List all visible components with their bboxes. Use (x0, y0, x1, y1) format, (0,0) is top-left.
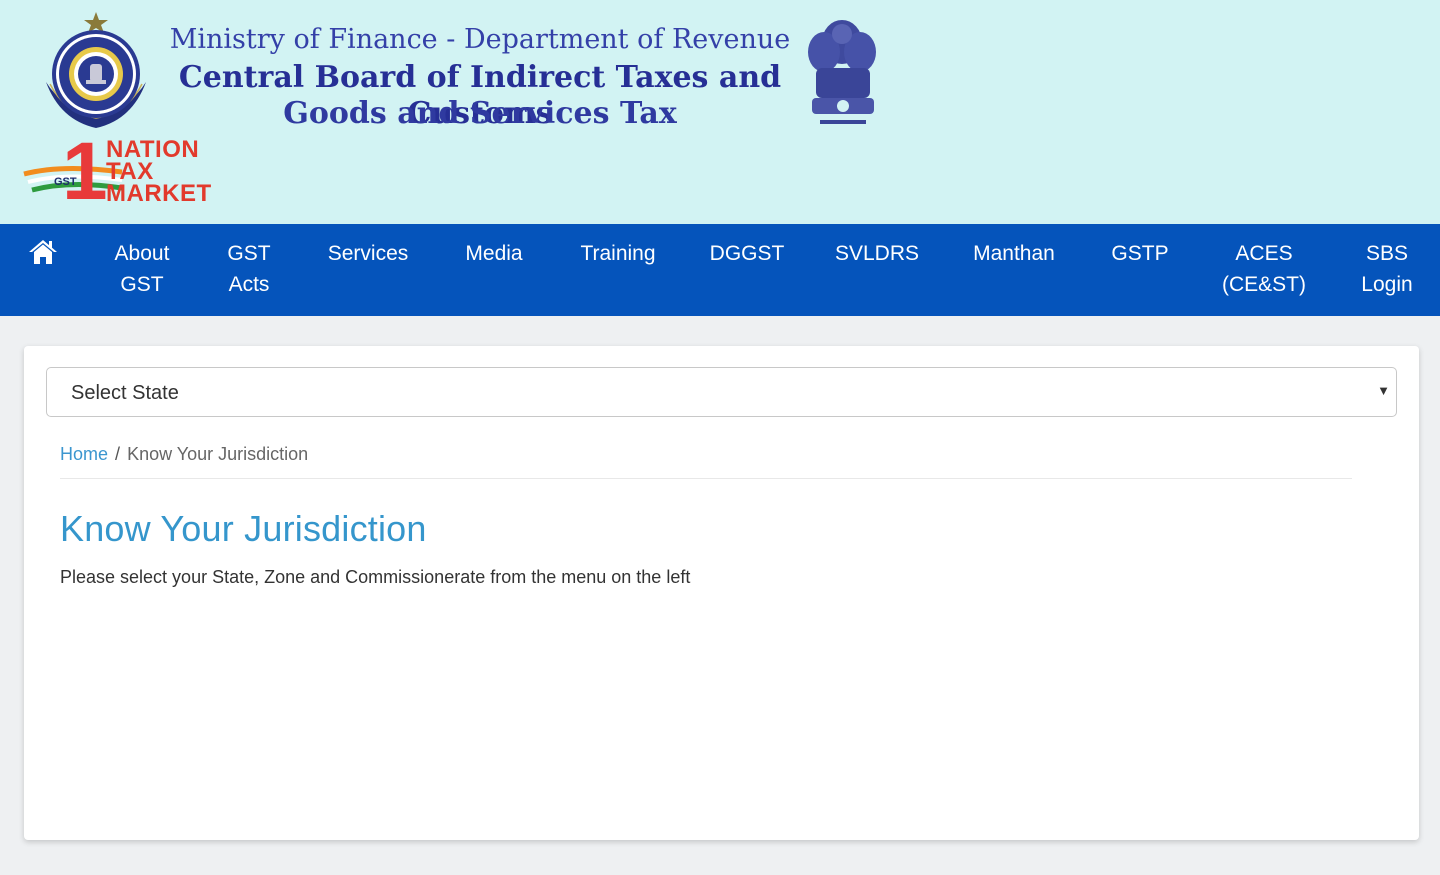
nav-item-label: GST (120, 273, 164, 296)
nav-item-label: SVLDRS (834, 242, 920, 265)
nav-item-sbs-login[interactable]: SBS Login (1352, 238, 1422, 300)
site-header: Ministry of Finance - Department of Reve… (0, 0, 1440, 224)
nav-item-media[interactable]: Media (458, 238, 530, 269)
gst-title: Goods and Services Tax (283, 96, 677, 131)
nav-item-training[interactable]: Training (574, 238, 662, 269)
main-nav: About GST GST Acts Services Media Traini… (0, 224, 1440, 316)
chevron-down-icon: ▼ (1377, 383, 1390, 398)
national-emblem-icon (808, 20, 876, 124)
breadcrumb-current: Know Your Jurisdiction (127, 444, 309, 464)
logo-numeral-one: 1 (62, 126, 108, 217)
nav-item-label: Services (327, 242, 409, 265)
nav-item-label: Training (580, 242, 656, 265)
nav-item-label: DGGST (709, 242, 785, 265)
nav-item-label: ACES (1235, 242, 1293, 265)
state-select[interactable]: Select State ▼ (46, 367, 1397, 417)
nav-item-gst-acts[interactable]: GST Acts (220, 238, 278, 300)
nav-item-label: Manthan (973, 242, 1055, 265)
logo-word-market: MARKET (106, 180, 212, 207)
content-card: Select State ▼ Home / Know Your Jurisdic… (24, 346, 1419, 840)
nav-item-gstp[interactable]: GSTP (1106, 238, 1174, 269)
nav-item-label: GSTP (1111, 242, 1169, 265)
nav-item-label: GST (227, 242, 271, 265)
divider (60, 478, 1352, 479)
cbic-seal-logo (46, 12, 146, 128)
nav-item-about-gst[interactable]: About GST (106, 238, 178, 300)
nav-item-label: Media (465, 242, 523, 265)
page-title: Know Your Jurisdiction (60, 508, 427, 549)
ministry-title: Ministry of Finance - Department of Reve… (169, 24, 791, 55)
breadcrumb-separator: / (115, 444, 121, 464)
nav-item-dggst[interactable]: DGGST (706, 238, 788, 269)
nav-item-manthan[interactable]: Manthan (966, 238, 1062, 269)
nav-item-label: SBS (1365, 242, 1409, 265)
nav-item-label: Login (1361, 273, 1413, 296)
one-nation-tax-market-logo: 1 GST NATION TAX MARKET (22, 126, 232, 217)
breadcrumb-home-link[interactable]: Home (60, 444, 108, 464)
nav-item-services[interactable]: Services (322, 238, 414, 269)
nav-item-svldrs[interactable]: SVLDRS (832, 238, 922, 269)
nav-item-label: About (114, 242, 170, 265)
nav-item-aces[interactable]: ACES (CE&ST) (1220, 238, 1308, 300)
logo-gst-tag: GST (54, 176, 77, 188)
instruction-text: Please select your State, Zone and Commi… (60, 567, 691, 587)
state-select-value: Select State (71, 382, 179, 404)
nav-item-label: (CE&ST) (1222, 273, 1306, 296)
nav-item-label: Acts (228, 273, 270, 296)
breadcrumb: Home / Know Your Jurisdiction (60, 442, 308, 466)
home-icon[interactable] (28, 238, 58, 266)
